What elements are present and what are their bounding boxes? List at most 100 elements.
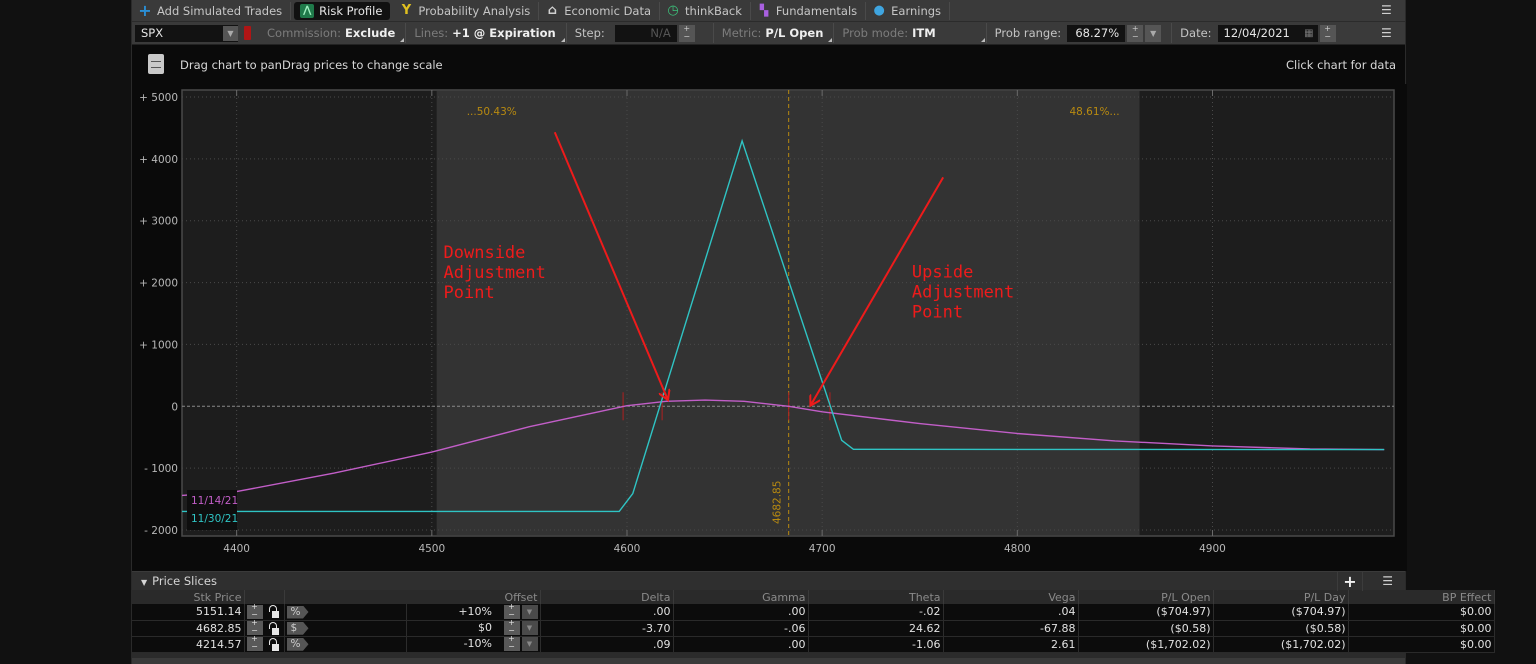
menu-icon[interactable]: ☰ [1381,3,1395,17]
dropdown-corner-icon [560,38,565,42]
stk-price-controls [244,634,285,653]
chevron-down-icon[interactable]: ▼ [521,637,538,651]
table-row[interactable]: 5151.14%+10% ▼.00.00-.02.04($704.97)($70… [132,602,1495,621]
offset-cell[interactable]: +10% ▼ [406,602,541,621]
stk-price-spinner[interactable] [246,602,263,619]
offset-spinner[interactable] [503,602,520,619]
lightbulb-icon: ● [873,2,885,18]
legend-label: 11/14/21 [191,495,238,507]
chevron-down-icon[interactable]: ▼ [223,25,238,41]
calendar-icon[interactable]: ▦ [1304,25,1313,42]
chevron-down-icon: ▼ [141,578,148,587]
menu-icon[interactable]: ☰ [1382,574,1393,588]
offset-cell[interactable]: -10% ▼ [406,634,541,653]
offset-unit-toggle[interactable]: % [286,637,309,651]
offset-unit-toggle[interactable]: $ [286,621,309,635]
step-spinner[interactable]: + − [678,24,695,42]
risk-profile-chart[interactable]: + 5000 + 4000 + 3000 + 2000 + 1000 0 - 1000 - 2… [132,84,1407,571]
menu-icon[interactable]: ☰ [1381,26,1395,40]
tab-thinkback[interactable]: ◷ thinkBack [660,1,751,20]
offset-spinner[interactable] [503,634,520,651]
dropdown-corner-icon [400,38,405,42]
col-pl-open[interactable]: P/L Open [1078,590,1214,604]
delta-cell: .09 [540,636,674,653]
tab-add-simulated-trades[interactable]: + Add Simulated Trades [132,1,292,20]
prob-range-control: Prob range: 68.27% + − ▼ [987,23,1173,43]
col-bp-effect[interactable]: BP Effect [1348,590,1495,604]
stk-price-spinner[interactable] [246,618,263,635]
unlock-icon[interactable] [268,605,279,619]
tab-economic-data[interactable]: ⌂ Economic Data [539,1,661,20]
tab-label: Economic Data [564,3,652,18]
bank-icon: ⌂ [547,2,557,18]
tab-earnings[interactable]: ● Earnings [866,1,951,20]
price-slices-title[interactable]: ▼ Price Slices [141,574,217,588]
clock-icon: ◷ [667,2,679,18]
y-tick-label: - 2000 [144,525,178,537]
gamma-cell: .00 [673,604,809,621]
col-vega[interactable]: Vega [943,590,1079,604]
prob-range-input[interactable]: 68.27% [1067,24,1126,42]
annotation-text: Adjustment [912,283,1014,303]
tab-risk-profile[interactable]: ⋀ Risk Profile [294,1,391,20]
tab-probability-analysis[interactable]: Y Probability Analysis [393,1,540,20]
alert-flag-icon[interactable] [244,26,251,40]
date-spinner[interactable]: + − [1319,24,1336,42]
col-delta[interactable]: Delta [540,590,674,604]
letterbox-right [1406,0,1536,664]
next-panel-header[interactable] [132,658,1405,664]
unlock-icon[interactable] [268,621,279,635]
col-offset[interactable]: Offset [284,590,541,604]
symbol-selector[interactable]: SPX ▼ [135,24,238,42]
vega-cell: 2.61 [943,636,1079,653]
prob-mode-selector[interactable]: Prob mode: ITM [834,23,987,43]
pl-day-cell: ($1,702.02) [1213,636,1349,653]
table-row[interactable]: 4214.57%-10% ▼.09.00-1.062.61($1,702.02)… [132,634,1495,653]
chart-header: Drag chart to panDrag prices to change s… [132,46,1405,84]
add-slice-button[interactable]: + [1337,572,1363,591]
chevron-down-icon[interactable]: ▼ [521,621,538,635]
unlock-icon[interactable] [268,637,279,651]
col-theta[interactable]: Theta [808,590,944,604]
chevron-down-icon[interactable]: ▼ [521,604,538,619]
table-row[interactable]: 4682.85$$0 ▼-3.70-.0624.62-67.88($0.58)(… [132,618,1495,637]
x-tick-label: 4900 [1199,543,1226,555]
y-tick-label: + 3000 [139,216,178,228]
theta-cell: -1.06 [808,636,944,653]
drag-hint: Drag chart to panDrag prices to change s… [180,58,443,72]
stk-price-spinner[interactable] [246,634,263,651]
tab-label: Risk Profile [319,3,383,18]
col-pl-day[interactable]: P/L Day [1213,590,1349,604]
lines-selector[interactable]: Lines: +1 @ Expiration [406,23,567,43]
offset-unit-toggle[interactable]: % [286,605,309,619]
offset-cell[interactable]: $0 ▼ [406,618,541,637]
annotation-text: Adjustment [444,263,546,283]
pl-day-cell: ($0.58) [1213,620,1349,637]
step-input[interactable]: N/A [614,24,677,42]
offset-spinner[interactable] [503,618,520,635]
col-gamma[interactable]: Gamma [673,590,809,604]
prob-range-spinner[interactable]: + − [1127,24,1144,42]
tab-fundamentals[interactable]: ▚ Fundamentals [751,1,867,20]
stk-price-cell[interactable]: 4214.57 [132,636,245,653]
stk-price-cell[interactable]: 5151.14 [132,604,245,621]
symbol-value: SPX [141,25,164,40]
price-slices-header[interactable]: ▼ Price Slices + ☰ [132,571,1405,591]
tab-label: thinkBack [685,3,742,18]
pl-day-cell: ($704.97) [1213,604,1349,621]
probability-icon: Y [401,2,412,18]
theta-cell: -.02 [808,604,944,621]
chevron-down-icon[interactable]: ▼ [1145,24,1162,42]
tab-label: Probability Analysis [418,3,531,18]
col-stk-price[interactable]: Stk Price [132,590,245,604]
stk-price-cell[interactable]: 4682.85 [132,620,245,637]
tab-label: Earnings [891,3,942,18]
date-control: Date: 12/04/2021 ▦ + − [1172,23,1345,43]
date-input[interactable]: 12/04/2021 ▦ [1217,24,1318,42]
bp-effect-cell: $0.00 [1348,620,1495,637]
commission-selector[interactable]: Commission: Exclude [259,23,407,43]
metric-selector[interactable]: Metric: P/L Open [714,23,835,43]
chart-settings-icon[interactable] [148,54,164,74]
current-price-label: 4682.85 [772,481,784,524]
dropdown-corner-icon [828,38,833,42]
